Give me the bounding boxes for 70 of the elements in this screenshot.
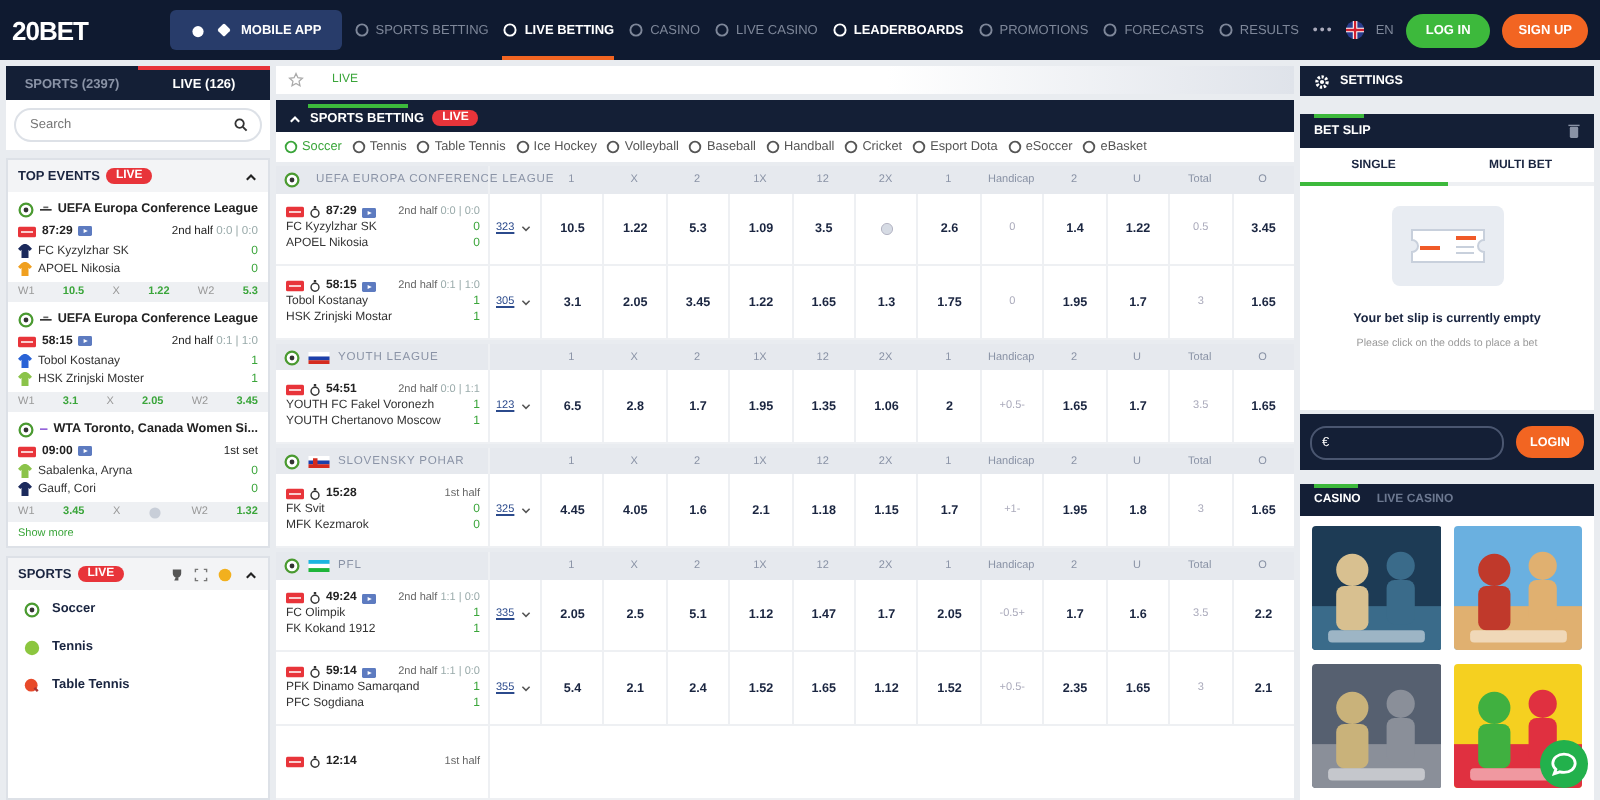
flag-icon	[1345, 20, 1364, 40]
circle-icon	[831, 22, 848, 38]
live-icon	[18, 335, 36, 347]
live-icon	[286, 756, 304, 769]
circle-icon	[688, 140, 703, 155]
chevron-down-icon[interactable]	[520, 222, 533, 235]
stopwatch-icon	[310, 206, 320, 219]
live-icon	[286, 280, 304, 293]
flag-icon	[308, 559, 330, 572]
ball-icon	[284, 557, 300, 574]
ball-icon	[24, 601, 40, 617]
live-icon	[286, 666, 304, 679]
stopwatch-icon	[310, 280, 320, 293]
circle-icon	[977, 22, 994, 38]
circle-icon	[1007, 140, 1022, 155]
circle-icon	[1102, 22, 1119, 38]
circle-icon	[628, 22, 645, 38]
chevron-down-icon[interactable]	[520, 682, 533, 695]
trophy-icon[interactable]	[170, 567, 184, 581]
circle-icon	[351, 140, 366, 155]
stopwatch-icon	[310, 666, 320, 679]
chevron-down-icon[interactable]	[520, 608, 533, 621]
collapse-icon[interactable]	[244, 567, 258, 581]
live-icon	[286, 488, 304, 501]
ball-icon	[18, 311, 34, 327]
circle-icon	[714, 22, 731, 38]
chevron-down-icon[interactable]	[520, 296, 533, 309]
circle-icon	[765, 140, 780, 155]
ball-icon	[284, 349, 300, 366]
live-icon	[286, 384, 304, 397]
ball-icon	[18, 421, 34, 437]
search-icon	[234, 118, 248, 132]
circle-icon	[353, 22, 370, 38]
stopwatch-icon	[310, 592, 320, 605]
ball-icon	[18, 201, 34, 217]
circle-icon	[502, 22, 519, 38]
circle-icon	[1217, 22, 1234, 38]
live-icon	[286, 206, 304, 219]
paddle-icon	[24, 677, 40, 693]
stopwatch-icon	[310, 488, 320, 501]
circle-icon	[416, 140, 431, 155]
live-icon	[286, 592, 304, 605]
circle-icon	[515, 140, 530, 155]
stopwatch-icon	[310, 756, 320, 769]
circle-icon	[606, 140, 621, 155]
circle-icon	[912, 140, 927, 155]
ball-icon	[284, 171, 300, 188]
circle-icon	[284, 140, 298, 155]
flag-icon	[308, 351, 330, 364]
tennis-ball-icon	[24, 639, 40, 655]
collapse-icon[interactable]	[244, 169, 258, 183]
trash-icon[interactable]	[1568, 124, 1580, 138]
collapse-icon[interactable]	[288, 111, 302, 126]
star-icon[interactable]	[288, 72, 304, 89]
chat-icon	[1550, 750, 1578, 778]
chevron-down-icon[interactable]	[520, 504, 533, 517]
live-icon	[18, 445, 36, 457]
chevron-down-icon[interactable]	[520, 400, 533, 413]
expand-icon[interactable]	[194, 567, 208, 581]
settings-icon	[1314, 73, 1330, 89]
logo[interactable]: 20BET	[12, 15, 158, 45]
circle-icon	[844, 140, 859, 155]
ticket-illustration	[1391, 206, 1503, 286]
ball-icon	[284, 453, 300, 470]
live-icon	[18, 225, 36, 237]
stopwatch-icon	[310, 384, 320, 397]
flag-icon	[308, 455, 330, 468]
league-logo-icon	[40, 204, 52, 214]
circle-icon	[1082, 140, 1097, 155]
league-logo-icon	[40, 314, 52, 324]
